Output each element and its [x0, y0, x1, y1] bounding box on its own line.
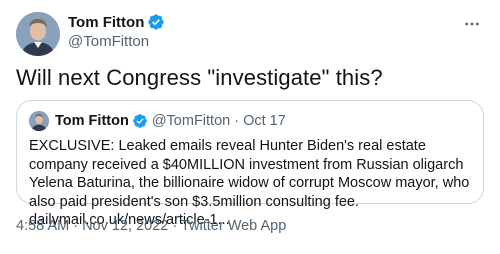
quote-header: Tom Fitton @TomFitton · Oct 17	[29, 111, 471, 131]
quote-text: EXCLUSIVE: Leaked emails reveal Hunter B…	[29, 138, 470, 228]
avatar-image	[16, 12, 60, 56]
quote-tweet[interactable]: Tom Fitton @TomFitton · Oct 17 EXCLUSIVE…	[16, 100, 484, 228]
avatar[interactable]	[16, 12, 60, 56]
author-info: Tom Fitton @TomFitton	[68, 12, 165, 50]
tweet-card: Tom Fitton @TomFitton Will next Congress…	[0, 0, 500, 254]
tweet-text: Will next Congress "investigate" this?	[16, 65, 383, 90]
verified-badge-icon	[147, 13, 165, 31]
author-handle[interactable]: @TomFitton	[68, 33, 165, 50]
more-dots-icon[interactable]	[462, 14, 482, 34]
quote-handle: @TomFitton	[151, 113, 231, 129]
quote-separator: ·	[234, 113, 240, 129]
quote-date: Oct 17	[243, 113, 286, 129]
tweet-timestamp[interactable]: 4:58 AM · Nov 12, 2022 · Twitter Web App	[16, 218, 286, 234]
verified-badge-icon	[132, 113, 148, 129]
author-name[interactable]: Tom Fitton	[68, 14, 144, 31]
quote-author-name: Tom Fitton	[55, 113, 129, 129]
quote-avatar	[29, 111, 49, 131]
